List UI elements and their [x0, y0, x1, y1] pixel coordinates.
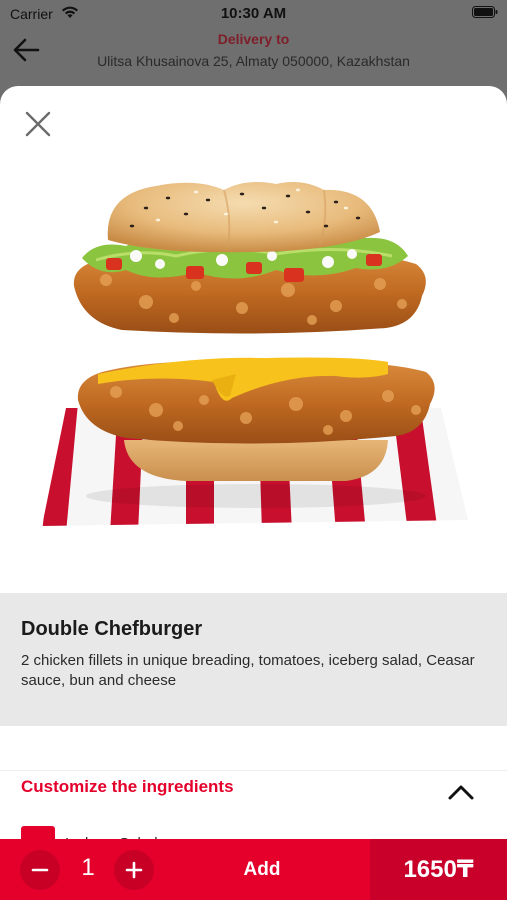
battery-icon — [472, 6, 498, 18]
delivery-header: Delivery to Ulitsa Khusainova 25, Almaty… — [0, 28, 507, 86]
product-title: Double Chefburger — [21, 618, 203, 640]
product-sheet: Double Chefburger 2 chicken fillets in u… — [0, 86, 507, 900]
price-label: 1650₸ — [370, 839, 507, 900]
decrease-quantity-button[interactable] — [20, 850, 60, 890]
add-to-cart-button[interactable]: Add — [200, 839, 324, 900]
close-icon — [25, 111, 51, 137]
section-divider — [0, 770, 507, 771]
close-button[interactable] — [22, 108, 54, 140]
quantity-value: 1 — [81, 854, 95, 881]
product-info-panel: Double Chefburger 2 chicken fillets in u… — [0, 593, 507, 726]
delivery-to-label: Delivery to — [217, 31, 290, 47]
increase-quantity-button[interactable] — [114, 850, 154, 890]
chevron-up-icon — [448, 785, 474, 800]
add-to-cart-bar: 1 Add 1650₸ — [0, 839, 507, 900]
product-image — [42, 182, 468, 526]
product-description: 2 chicken fillets in unique breading, to… — [21, 652, 475, 689]
delivery-address[interactable]: Ulitsa Khusainova 25, Almaty 050000, Kaz… — [0, 53, 507, 69]
plus-icon — [125, 861, 143, 879]
status-bar: Carrier 10:30 AM — [0, 0, 507, 28]
customize-ingredients-title[interactable]: Customize the ingredients — [21, 777, 234, 797]
minus-icon — [31, 868, 49, 872]
status-time: 10:30 AM — [220, 5, 287, 22]
collapse-ingredients-button[interactable] — [444, 780, 478, 804]
